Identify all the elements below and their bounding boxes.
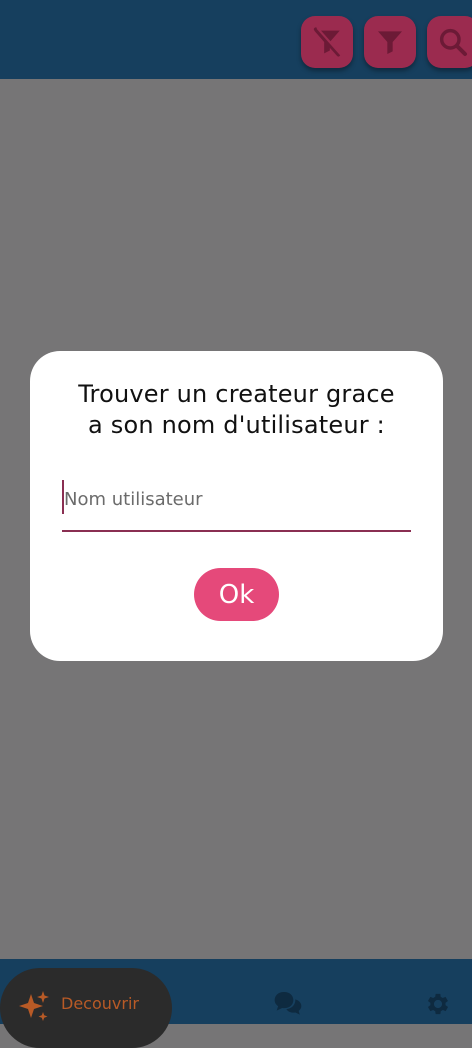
chat-icon [274, 992, 302, 1015]
dialog-title-line2: a son nom d'utilisateur : [88, 411, 385, 439]
dialog-title-line1: Trouver un createur grace [78, 380, 395, 408]
nav-item-settings[interactable] [424, 990, 452, 1022]
gear-icon [427, 993, 449, 1015]
clear-filter-button[interactable] [301, 16, 353, 68]
dialog-title: Trouver un createur grace a son nom d'ut… [30, 379, 443, 441]
search-creator-dialog: Trouver un createur grace a son nom d'ut… [30, 351, 443, 661]
filter-icon [378, 31, 402, 54]
filter-off-icon [313, 27, 342, 57]
filter-button[interactable] [364, 16, 416, 68]
search-button[interactable] [427, 16, 472, 68]
nav-item-chat[interactable] [272, 988, 304, 1024]
username-field[interactable] [62, 478, 413, 532]
ok-button[interactable]: Ok [194, 568, 279, 621]
search-icon [439, 28, 467, 56]
sparkles-icon [16, 988, 52, 1028]
username-input[interactable] [62, 478, 413, 520]
nav-item-decouvrir-label: Decouvrir [61, 994, 139, 1013]
